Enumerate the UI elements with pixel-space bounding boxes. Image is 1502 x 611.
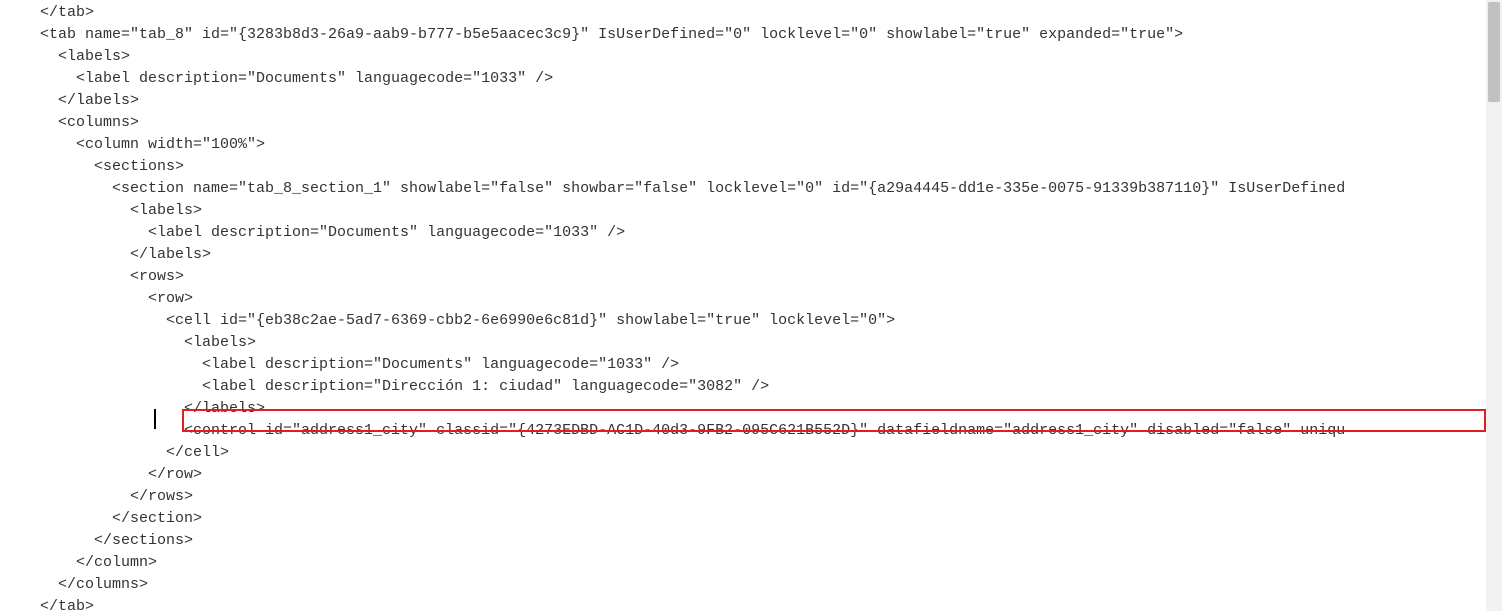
scrollbar-thumb[interactable]	[1488, 2, 1500, 102]
code-line: </rows>	[0, 486, 1502, 508]
code-line: </tab>	[0, 2, 1502, 24]
vertical-scrollbar[interactable]	[1486, 0, 1502, 611]
code-line: </column>	[0, 552, 1502, 574]
code-line: <labels>	[0, 46, 1502, 68]
code-line: <label description="Documents" languagec…	[0, 68, 1502, 90]
code-line: </tab>	[0, 596, 1502, 611]
code-line: <label description="Documents" languagec…	[0, 222, 1502, 244]
code-line: <section name="tab_8_section_1" showlabe…	[0, 178, 1502, 200]
code-line: <sections>	[0, 156, 1502, 178]
code-block[interactable]: </tab><tab name="tab_8" id="{3283b8d3-26…	[0, 2, 1502, 611]
code-line: <control id="address1_city" classid="{42…	[0, 420, 1502, 442]
code-line: </labels>	[0, 90, 1502, 112]
code-line: </labels>	[0, 244, 1502, 266]
code-line: <tab name="tab_8" id="{3283b8d3-26a9-aab…	[0, 24, 1502, 46]
code-line: <column width="100%">	[0, 134, 1502, 156]
code-line: </labels>	[0, 398, 1502, 420]
code-line: </cell>	[0, 442, 1502, 464]
code-line: <rows>	[0, 266, 1502, 288]
code-line: <columns>	[0, 112, 1502, 134]
code-line: <labels>	[0, 332, 1502, 354]
code-line: </columns>	[0, 574, 1502, 596]
code-line: <label description="Dirección 1: ciudad"…	[0, 376, 1502, 398]
code-line: </section>	[0, 508, 1502, 530]
code-line: <labels>	[0, 200, 1502, 222]
code-viewer: </tab><tab name="tab_8" id="{3283b8d3-26…	[0, 0, 1502, 611]
code-line: </sections>	[0, 530, 1502, 552]
code-line: </row>	[0, 464, 1502, 486]
code-line: <cell id="{eb38c2ae-5ad7-6369-cbb2-6e699…	[0, 310, 1502, 332]
text-cursor	[154, 409, 156, 429]
code-line: <label description="Documents" languagec…	[0, 354, 1502, 376]
code-line: <row>	[0, 288, 1502, 310]
